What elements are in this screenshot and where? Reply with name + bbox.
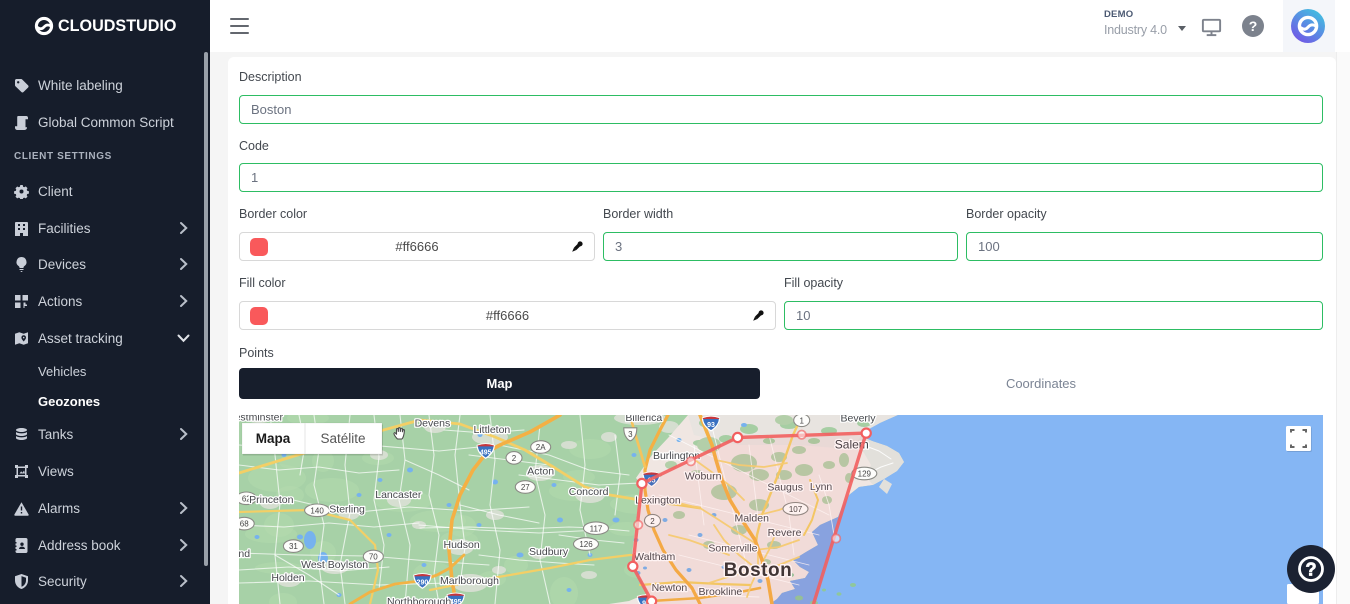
svg-text:2A: 2A	[536, 443, 546, 452]
svg-text:126: 126	[579, 540, 593, 549]
svg-text:and: and	[239, 548, 250, 560]
svg-text:Northborough: Northborough	[387, 596, 451, 604]
svg-text:129: 129	[858, 470, 872, 479]
svg-text:Acton: Acton	[527, 465, 554, 477]
svg-text:2: 2	[512, 454, 517, 463]
svg-text:31: 31	[289, 542, 298, 551]
svg-text:Devens: Devens	[415, 417, 451, 429]
svg-text:Billerica: Billerica	[625, 415, 662, 424]
svg-text:West Boylston: West Boylston	[301, 559, 368, 571]
svg-text:Mapa: Mapa	[256, 431, 291, 446]
svg-text:Satélite: Satélite	[320, 431, 365, 446]
svg-text:estminster: estminster	[239, 415, 284, 424]
svg-text:70: 70	[369, 553, 378, 562]
svg-text:Marlborough: Marlborough	[440, 575, 499, 587]
svg-text:Lancaster: Lancaster	[375, 489, 422, 501]
svg-text:Sudbury: Sudbury	[529, 546, 569, 558]
svg-text:?: ?	[1306, 560, 1317, 580]
svg-text:140: 140	[310, 506, 324, 515]
svg-text:1: 1	[799, 416, 804, 425]
svg-text:68: 68	[240, 520, 249, 529]
svg-text:Littleton: Littleton	[474, 424, 511, 436]
svg-text:495: 495	[480, 449, 492, 456]
svg-text:Princeton: Princeton	[249, 494, 294, 506]
svg-text:290: 290	[417, 579, 429, 586]
svg-text:Beverly: Beverly	[840, 415, 876, 425]
svg-text:117: 117	[590, 524, 603, 533]
svg-text:Holden: Holden	[271, 572, 304, 584]
svg-text:495: 495	[450, 599, 462, 604]
svg-text:Concord: Concord	[569, 486, 609, 498]
svg-text:3: 3	[628, 430, 633, 439]
svg-text:Hudson: Hudson	[443, 539, 479, 551]
svg-text:27: 27	[521, 483, 530, 492]
svg-text:93: 93	[707, 422, 715, 429]
svg-text:Sterling: Sterling	[329, 504, 365, 516]
